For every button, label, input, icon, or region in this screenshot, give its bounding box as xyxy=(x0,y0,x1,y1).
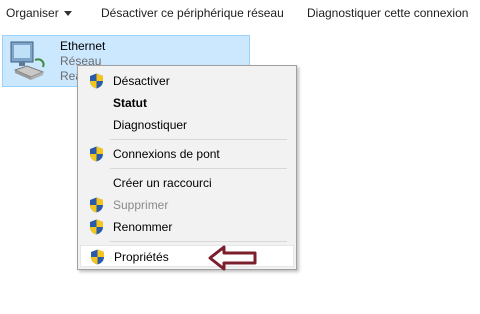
organise-menu-button[interactable]: Organiser xyxy=(6,6,72,20)
uac-shield-icon xyxy=(89,146,104,162)
menu-item-delete: Supprimer xyxy=(80,194,294,216)
menu-item-bridge-connections[interactable]: Connexions de pont xyxy=(80,143,294,165)
context-menu: Désactiver Statut Diagnostiquer Connexio… xyxy=(77,65,297,270)
menu-item-label: Renommer xyxy=(113,220,173,234)
menu-separator xyxy=(110,139,287,140)
uac-shield-icon xyxy=(89,197,104,213)
connection-name: Ethernet xyxy=(60,39,106,53)
menu-item-label: Créer un raccourci xyxy=(113,176,212,190)
menu-item-label: Diagnostiquer xyxy=(113,118,188,132)
menu-item-diagnose[interactable]: Diagnostiquer xyxy=(80,114,294,136)
chevron-down-icon xyxy=(63,11,72,17)
left-arrow-icon xyxy=(208,245,258,271)
menu-item-label: Connexions de pont xyxy=(113,147,220,161)
command-bar: Organiser Désactiver ce périphérique rés… xyxy=(0,0,480,28)
menu-item-create-shortcut[interactable]: Créer un raccourci xyxy=(80,172,294,194)
disable-device-button[interactable]: Désactiver ce périphérique réseau xyxy=(101,6,284,20)
network-adapter-icon xyxy=(7,40,49,82)
menu-separator xyxy=(110,241,287,242)
menu-item-label: Statut xyxy=(113,96,147,110)
menu-item-rename[interactable]: Renommer xyxy=(80,216,294,238)
menu-item-properties[interactable]: Propriétés xyxy=(80,245,294,267)
uac-shield-icon xyxy=(90,249,105,265)
organise-label: Organiser xyxy=(6,6,59,20)
menu-item-label: Propriétés xyxy=(114,250,169,264)
menu-item-label: Supprimer xyxy=(113,198,169,212)
menu-item-disable[interactable]: Désactiver xyxy=(80,70,294,92)
menu-item-status[interactable]: Statut xyxy=(80,92,294,114)
uac-shield-icon xyxy=(89,73,104,89)
menu-separator xyxy=(110,168,287,169)
diagnose-connection-button[interactable]: Diagnostiquer cette connexion xyxy=(307,6,468,20)
menu-item-label: Désactiver xyxy=(113,74,170,88)
uac-shield-icon xyxy=(89,219,104,235)
